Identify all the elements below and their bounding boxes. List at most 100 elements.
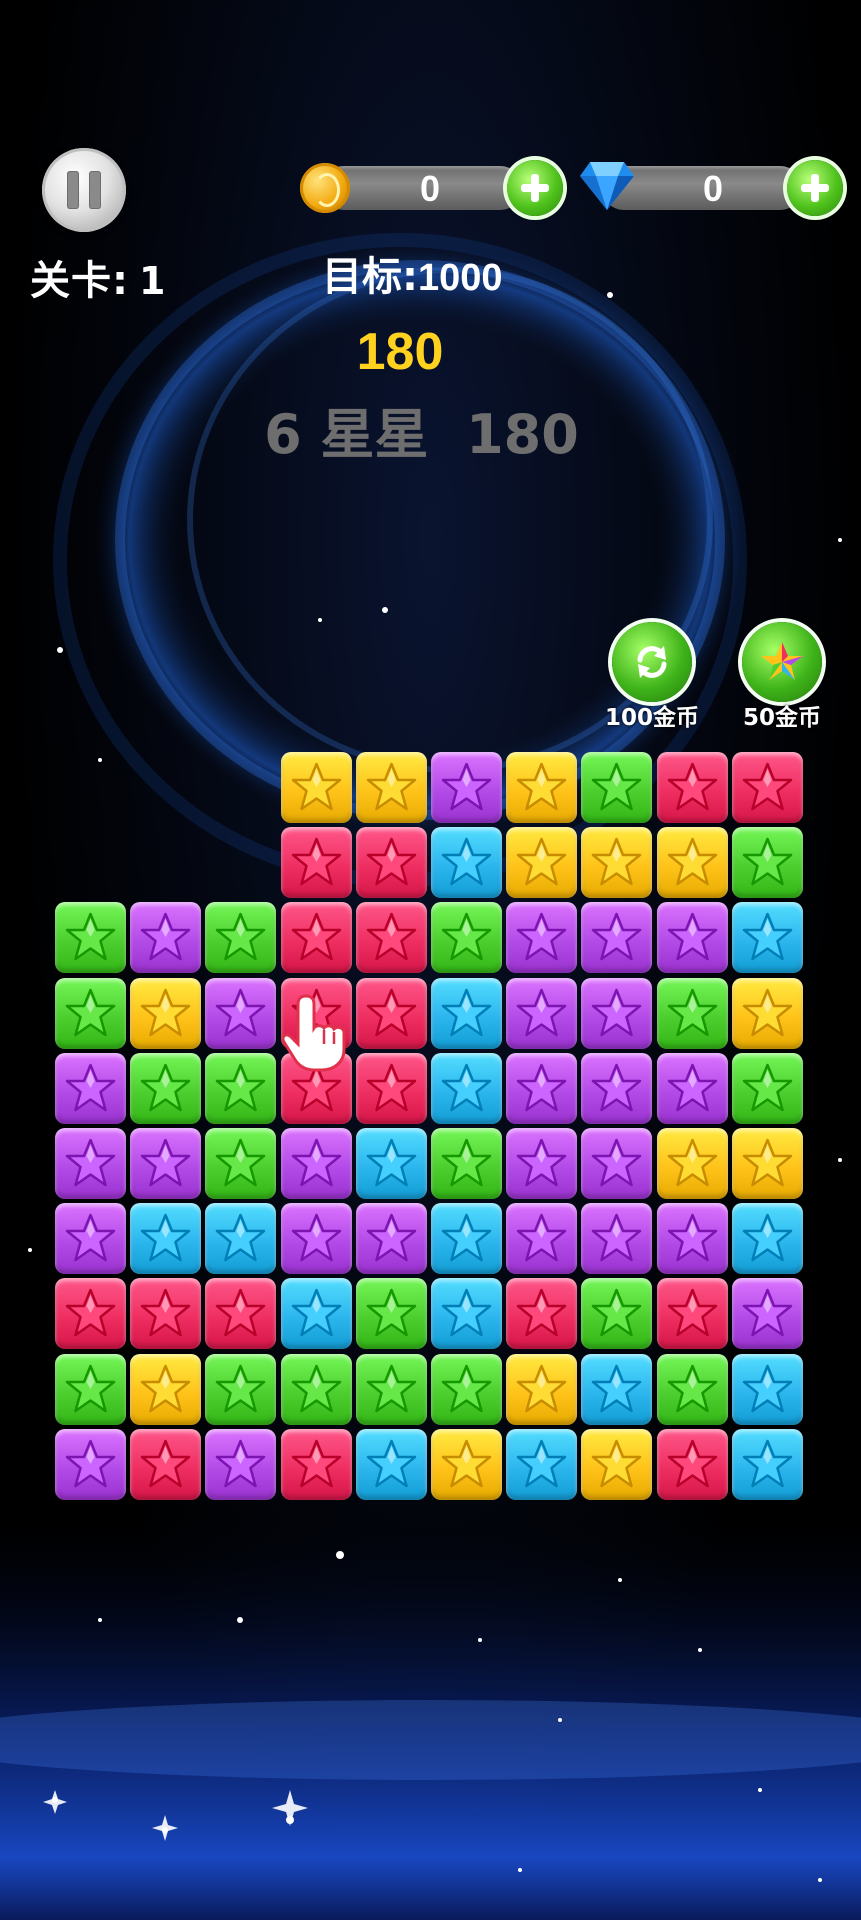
star-tile-purple[interactable] — [656, 1203, 728, 1275]
star-tile-green[interactable] — [55, 1353, 126, 1425]
star-tile-blue[interactable] — [130, 1203, 202, 1275]
star-tile-blue[interactable] — [731, 1428, 803, 1500]
star-tile-red[interactable] — [656, 752, 728, 823]
star-tile-purple[interactable] — [731, 1278, 803, 1350]
star-tile-red[interactable] — [280, 1052, 352, 1124]
star-tile-green[interactable] — [130, 1052, 202, 1124]
star-tile-yellow[interactable] — [581, 827, 653, 899]
star-tile-red[interactable] — [280, 902, 352, 974]
pause-button[interactable] — [42, 148, 126, 232]
star-tile-yellow[interactable] — [431, 1428, 502, 1500]
star-tile-purple[interactable] — [130, 902, 202, 974]
star-tile-green[interactable] — [280, 1353, 352, 1425]
star-tile-blue[interactable] — [205, 1203, 277, 1275]
star-tile-blue[interactable] — [731, 902, 803, 974]
star-tile-green[interactable] — [431, 902, 502, 974]
color-change-tool-button[interactable] — [742, 622, 822, 702]
star-tile-purple[interactable] — [581, 902, 653, 974]
star-tile-green[interactable] — [205, 1052, 277, 1124]
star-tile-purple[interactable] — [55, 1128, 126, 1199]
star-tile-red[interactable] — [130, 1428, 202, 1500]
star-tile-yellow[interactable] — [130, 977, 202, 1049]
star-tile-purple[interactable] — [431, 752, 502, 823]
star-tile-purple[interactable] — [506, 977, 578, 1049]
star-tile-green[interactable] — [355, 1278, 427, 1350]
star-tile-green[interactable] — [355, 1353, 427, 1425]
star-tile-yellow[interactable] — [506, 1353, 578, 1425]
star-tile-green[interactable] — [656, 1353, 728, 1425]
star-tile-blue[interactable] — [731, 1203, 803, 1275]
star-tile-red[interactable] — [55, 1278, 126, 1350]
star-tile-red[interactable] — [656, 1278, 728, 1350]
star-tile-red[interactable] — [280, 1428, 352, 1500]
star-tile-green[interactable] — [205, 1128, 277, 1199]
star-tile-blue[interactable] — [280, 1278, 352, 1350]
star-tile-red[interactable] — [130, 1278, 202, 1350]
star-tile-green[interactable] — [431, 1128, 502, 1199]
star-tile-blue[interactable] — [581, 1353, 653, 1425]
star-tile-red[interactable] — [355, 902, 427, 974]
star-tile-green[interactable] — [731, 827, 803, 899]
star-tile-purple[interactable] — [205, 1428, 277, 1500]
star-tile-blue[interactable] — [731, 1353, 803, 1425]
star-tile-yellow[interactable] — [731, 977, 803, 1049]
star-tile-red[interactable] — [656, 1428, 728, 1500]
star-tile-purple[interactable] — [280, 1203, 352, 1275]
star-tile-purple[interactable] — [55, 1203, 126, 1275]
star-tile-red[interactable] — [280, 977, 352, 1049]
star-tile-purple[interactable] — [130, 1128, 202, 1199]
star-tile-blue[interactable] — [431, 1203, 502, 1275]
star-tile-green[interactable] — [656, 977, 728, 1049]
star-tile-green[interactable] — [581, 752, 653, 823]
star-tile-green[interactable] — [205, 1353, 277, 1425]
star-tile-purple[interactable] — [55, 1428, 126, 1500]
refresh-tool-button[interactable] — [612, 622, 692, 702]
star-tile-yellow[interactable] — [656, 827, 728, 899]
add-coins-button[interactable] — [507, 160, 563, 216]
star-tile-blue[interactable] — [431, 977, 502, 1049]
add-gems-button[interactable] — [787, 160, 843, 216]
star-tile-green[interactable] — [581, 1278, 653, 1350]
star-tile-red[interactable] — [205, 1278, 277, 1350]
star-tile-green[interactable] — [55, 977, 126, 1049]
star-tile-purple[interactable] — [506, 902, 578, 974]
star-tile-blue[interactable] — [431, 827, 502, 899]
star-tile-green[interactable] — [731, 1052, 803, 1124]
star-tile-red[interactable] — [355, 827, 427, 899]
star-tile-purple[interactable] — [355, 1203, 427, 1275]
star-tile-yellow[interactable] — [656, 1128, 728, 1199]
star-tile-purple[interactable] — [581, 1052, 653, 1124]
star-icon — [667, 913, 717, 961]
star-tile-yellow[interactable] — [506, 752, 578, 823]
star-tile-red[interactable] — [731, 752, 803, 823]
star-tile-purple[interactable] — [205, 977, 277, 1049]
star-tile-red[interactable] — [280, 827, 352, 899]
star-tile-purple[interactable] — [656, 1052, 728, 1124]
star-tile-red[interactable] — [355, 977, 427, 1049]
star-tile-red[interactable] — [506, 1278, 578, 1350]
star-tile-blue[interactable] — [431, 1052, 502, 1124]
star-tile-yellow[interactable] — [731, 1128, 803, 1199]
star-tile-blue[interactable] — [355, 1428, 427, 1500]
star-tile-purple[interactable] — [506, 1203, 578, 1275]
star-tile-yellow[interactable] — [280, 752, 352, 823]
star-tile-purple[interactable] — [55, 1052, 126, 1124]
star-tile-green[interactable] — [55, 902, 126, 974]
star-tile-purple[interactable] — [506, 1052, 578, 1124]
star-tile-purple[interactable] — [581, 1128, 653, 1199]
star-tile-red[interactable] — [355, 1052, 427, 1124]
star-tile-purple[interactable] — [581, 1203, 653, 1275]
star-tile-purple[interactable] — [656, 902, 728, 974]
star-tile-blue[interactable] — [506, 1428, 578, 1500]
star-tile-yellow[interactable] — [130, 1353, 202, 1425]
star-tile-green[interactable] — [431, 1353, 502, 1425]
star-tile-yellow[interactable] — [506, 827, 578, 899]
star-tile-blue[interactable] — [431, 1278, 502, 1350]
star-tile-purple[interactable] — [280, 1128, 352, 1199]
star-tile-yellow[interactable] — [355, 752, 427, 823]
star-tile-yellow[interactable] — [581, 1428, 653, 1500]
star-tile-blue[interactable] — [355, 1128, 427, 1199]
star-tile-purple[interactable] — [581, 977, 653, 1049]
star-tile-purple[interactable] — [506, 1128, 578, 1199]
star-tile-green[interactable] — [205, 902, 277, 974]
